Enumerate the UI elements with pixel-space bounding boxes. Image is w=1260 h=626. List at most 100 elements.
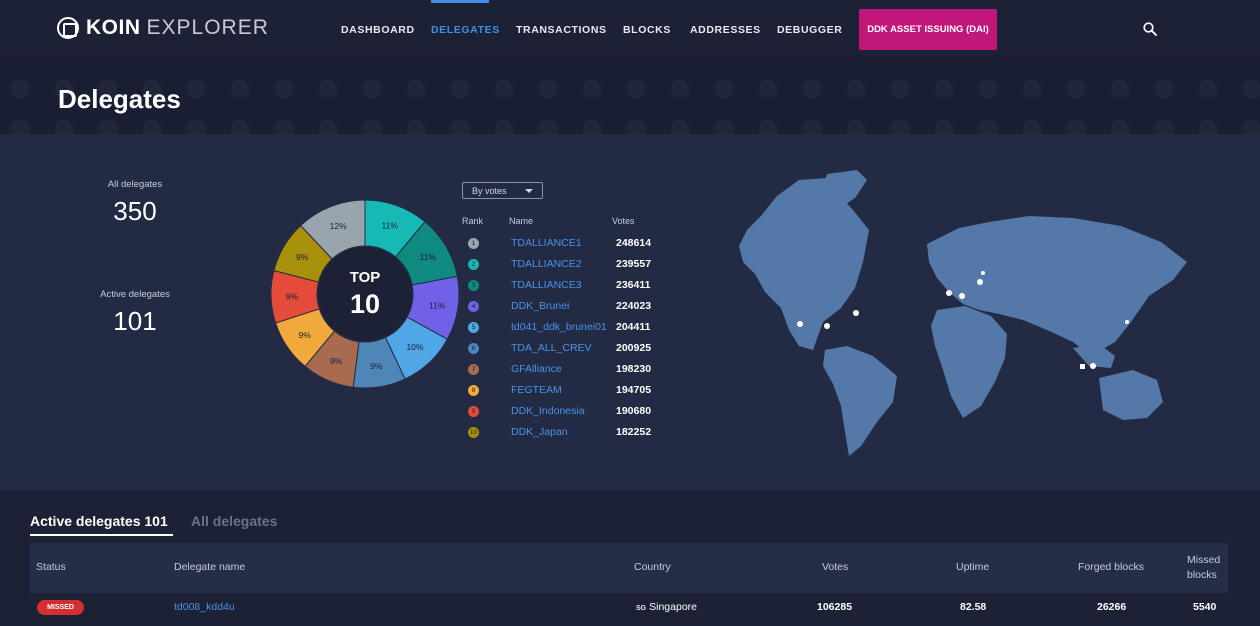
delegate-link[interactable]: DDK_Indonesia [511, 405, 585, 417]
map-land-australia [1099, 370, 1163, 420]
active-delegates-count: 101 [113, 306, 157, 336]
delegate-link[interactable]: GFAlliance [511, 363, 562, 375]
nav-delegates[interactable]: DELEGATES [431, 24, 500, 36]
brand-logo[interactable]: KOIN EXPLORER [57, 16, 269, 40]
tab-all-delegates[interactable]: All delegates [191, 513, 277, 529]
delegate-votes: 190680 [616, 405, 652, 417]
delegate-link[interactable]: TDALLIANCE2 [511, 258, 582, 270]
donut-slice-label: 11% [382, 220, 399, 230]
delegate-link[interactable]: td041_ddk_brunei01 [511, 321, 607, 333]
koin-logo-icon [57, 17, 79, 39]
nav-addresses[interactable]: ADDRESSES [690, 24, 761, 36]
map-land-north-america [739, 178, 869, 350]
map-marker [797, 321, 803, 327]
donut-slice-label: 9% [296, 252, 309, 262]
delegate-votes: 198230 [616, 363, 652, 375]
map-marker [1080, 364, 1085, 369]
active-delegates-label: Active delegates [100, 289, 170, 300]
col-missed-blocks-line1[interactable]: Missed [1187, 554, 1220, 566]
map-marker [824, 323, 830, 329]
map-marker [959, 293, 965, 299]
nav-transactions[interactable]: TRANSACTIONS [516, 24, 607, 36]
votes-cell: 106285 [817, 601, 853, 613]
brand-name-light: EXPLORER [146, 16, 269, 39]
world-map-land [739, 170, 1187, 456]
rank-badge: 6 [468, 343, 479, 354]
map-marker [1125, 320, 1129, 324]
forged-blocks-cell: 26266 [1097, 601, 1127, 613]
rank-badge: 8 [468, 385, 479, 396]
col-uptime[interactable]: Uptime [956, 561, 989, 573]
col-country[interactable]: Country [634, 561, 671, 573]
delegate-votes: 194705 [616, 384, 652, 396]
donut-slice-label: 9% [286, 291, 299, 301]
rank-badge: 3 [468, 280, 479, 291]
delegate-votes: 200925 [616, 342, 652, 354]
map-marker [853, 310, 859, 316]
all-delegates-label: All delegates [107, 179, 163, 190]
delegate-votes: 248614 [616, 237, 652, 249]
rank-badge: 1 [468, 238, 479, 249]
search-icon[interactable] [1143, 22, 1157, 36]
donut-slice-label: 11% [420, 252, 437, 262]
col-forged-blocks[interactable]: Forged blocks [1078, 561, 1144, 573]
rank-badge: 9 [468, 406, 479, 417]
map-marker [977, 279, 983, 285]
delegate-votes: 204411 [616, 321, 651, 333]
missed-blocks-cell: 5540 [1193, 601, 1217, 613]
active-tab-indicator [30, 534, 173, 536]
map-marker [946, 290, 952, 296]
country-cell: SG Singapore [636, 601, 697, 613]
map-marker [1090, 363, 1096, 369]
nav-dashboard[interactable]: DASHBOARD [341, 24, 415, 36]
flag-sg-icon: SG [636, 605, 647, 612]
donut-slice-label: 9% [298, 330, 311, 340]
delegate-votes: 182252 [616, 426, 652, 438]
tab-active-delegates[interactable]: Active delegates 101 [30, 513, 168, 529]
dai-button[interactable]: DDK ASSET ISSUING (DAI) [859, 9, 997, 50]
status-badge: MISSED [37, 600, 84, 615]
delegate-name-link[interactable]: td008_kdd4u [174, 601, 235, 613]
map-land-africa [931, 306, 1007, 418]
rank-badge: 7 [468, 364, 479, 375]
delegate-votes: 236411 [616, 279, 651, 291]
chevron-down-icon [525, 189, 533, 193]
col-delegate-name[interactable]: Delegate name [174, 561, 245, 573]
delegate-link[interactable]: DDK_Japan [511, 426, 568, 438]
donut-slice-label: 9% [330, 356, 343, 366]
col-missed-blocks-line2[interactable]: blocks [1187, 569, 1217, 581]
donut-slice-label: 9% [370, 361, 383, 371]
map-marker [981, 271, 985, 275]
uptime-cell: 82.58 [960, 601, 987, 613]
nav-debugger[interactable]: DEBUGGER [777, 24, 842, 36]
top10-donut-chart: 11% 11% 11% 10% 9% 9% 9% 9% 9% 12% TOP 10 [270, 199, 460, 389]
delegate-link[interactable]: TDA_ALL_CREV [511, 342, 592, 354]
nav-blocks[interactable]: BLOCKS [623, 24, 671, 36]
title-band [0, 59, 1260, 134]
donut-slice-label: 11% [429, 300, 446, 310]
delegate-link[interactable]: TDALLIANCE3 [511, 279, 582, 291]
delegate-link[interactable]: FEGTEAM [511, 384, 562, 396]
sort-dropdown-value: By votes [472, 186, 507, 196]
delegate-link[interactable]: TDALLIANCE1 [511, 237, 582, 249]
country-name: Singapore [649, 601, 697, 613]
sort-dropdown[interactable]: By votes [462, 182, 543, 199]
rank-badge: 2 [468, 259, 479, 270]
brand-name-bold: KOIN [86, 16, 141, 39]
donut-center-label: TOP [350, 269, 381, 286]
rank-badge: 4 [468, 301, 479, 312]
name-header: Name [509, 216, 534, 226]
donut-center-value: 10 [350, 289, 380, 319]
col-votes[interactable]: Votes [822, 561, 848, 573]
active-nav-indicator [431, 0, 489, 3]
col-status[interactable]: Status [36, 561, 66, 573]
votes-header: Votes [612, 216, 635, 226]
delegate-link[interactable]: DDK_Brunei [511, 300, 569, 312]
map-land-south-america [823, 346, 897, 456]
rank-header: Rank [462, 216, 484, 226]
all-delegates-count: 350 [113, 196, 157, 226]
page-title: Delegates [58, 84, 181, 114]
rank-badge: 10 [468, 427, 479, 438]
donut-slice-label: 10% [406, 342, 423, 352]
world-map [739, 170, 1187, 456]
